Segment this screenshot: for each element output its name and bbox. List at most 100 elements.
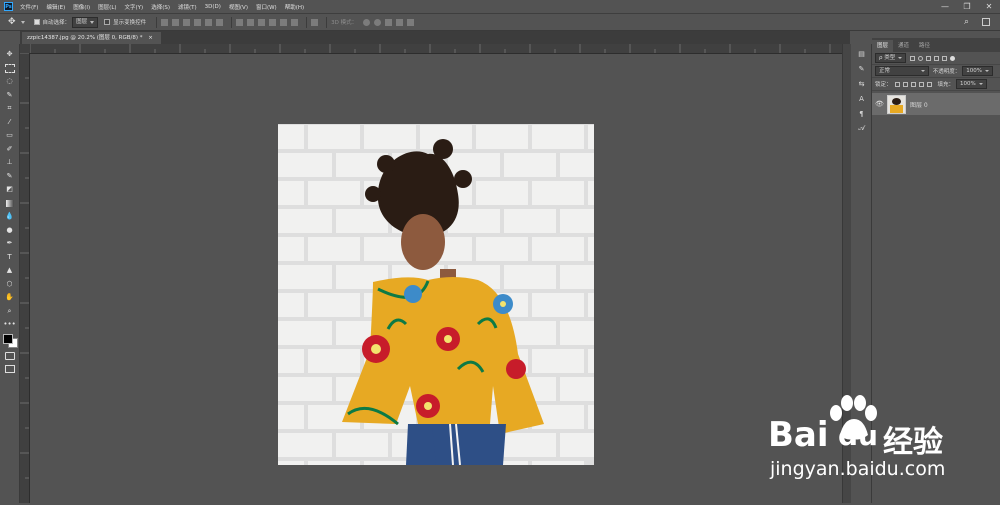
gradient-tool-icon[interactable] <box>4 198 15 209</box>
quick-select-tool-icon[interactable]: ✎ <box>4 90 15 101</box>
show-transform-option[interactable]: 显示变换控件 <box>104 18 146 26</box>
distribute-vcenter-icon[interactable] <box>247 18 255 26</box>
path-select-tool-icon[interactable]: ▲ <box>4 265 15 276</box>
dodge-tool-icon[interactable]: ● <box>4 225 15 236</box>
minimize-icon[interactable]: — <box>935 0 955 13</box>
filter-toggle-icon[interactable] <box>950 55 956 61</box>
opacity-input[interactable]: 100% <box>962 66 993 76</box>
lock-pixels-icon[interactable] <box>902 81 908 87</box>
quick-mask-icon[interactable] <box>4 350 15 361</box>
auto-select-checkbox[interactable] <box>33 19 40 25</box>
lock-all-icon[interactable] <box>926 81 932 87</box>
tool-preset-dropdown[interactable] <box>20 18 28 27</box>
marquee-tool-icon[interactable] <box>4 63 15 74</box>
menu-edit[interactable]: 编辑(E) <box>46 3 65 11</box>
screen-mode-icon[interactable] <box>4 364 15 375</box>
orbit-3d-icon[interactable] <box>363 18 371 26</box>
roll-3d-icon[interactable] <box>374 18 382 26</box>
shape-tool-icon[interactable]: ⬡ <box>4 279 15 290</box>
crop-tool-icon[interactable]: ⌗ <box>4 103 15 114</box>
character-panel-icon[interactable]: A <box>857 94 866 103</box>
align-vcenter-icon[interactable] <box>172 18 180 26</box>
menu-type[interactable]: 文字(Y) <box>125 3 144 11</box>
align-bottom-icon[interactable] <box>183 18 191 26</box>
layer-filter-dropdown[interactable]: ρ 类型 <box>875 53 907 63</box>
distribute-top-icon[interactable] <box>236 18 244 26</box>
menu-window[interactable]: 窗口(W) <box>256 3 277 11</box>
auto-select-dropdown[interactable]: 图层 <box>72 16 99 28</box>
hand-tool-icon[interactable]: ✋ <box>4 292 15 303</box>
color-swatches[interactable] <box>2 333 18 348</box>
restore-icon[interactable]: ❐ <box>957 0 977 13</box>
distribute-left-icon[interactable] <box>269 18 277 26</box>
stamp-tool-icon[interactable]: ⊥ <box>4 157 15 168</box>
paragraph-panel-icon[interactable]: ¶ <box>857 109 866 118</box>
document-tab[interactable]: zzpic14387.jpg @ 20.2% (图层 0, RGB/8) * × <box>22 32 161 44</box>
eyedropper-tool-icon[interactable]: ⁄ <box>4 117 15 128</box>
menu-3d[interactable]: 3D(D) <box>205 4 221 10</box>
scale-3d-icon[interactable] <box>407 18 415 26</box>
fill-input[interactable]: 100% <box>956 79 987 89</box>
document-image[interactable] <box>278 124 594 465</box>
toolbar-grip[interactable] <box>0 44 19 47</box>
menu-filter[interactable]: 滤镜(T) <box>178 3 197 11</box>
workspace-icon[interactable] <box>982 18 990 26</box>
history-panel-icon[interactable]: ▤ <box>857 49 866 58</box>
move-tool-icon[interactable]: ✥ <box>8 17 16 27</box>
search-icon[interactable]: ⌕ <box>964 17 969 27</box>
lock-row: 锁定： 填充： 100% <box>872 78 1000 91</box>
brush-settings-icon[interactable]: ✎ <box>857 64 866 73</box>
close-tab-icon[interactable]: × <box>148 35 153 41</box>
foreground-color-swatch[interactable] <box>3 334 13 344</box>
pan-3d-icon[interactable] <box>385 18 393 26</box>
options-bar: ✥ 自动选择： 图层 显示变换控件 3D 模式： ⌕ <box>0 13 1000 31</box>
more-tools-icon[interactable]: ••• <box>3 319 15 330</box>
filter-adjust-icon[interactable] <box>918 55 924 61</box>
layer-item[interactable]: 👁 图层 0 <box>872 93 1000 115</box>
distribute-bottom-icon[interactable] <box>258 18 266 26</box>
menu-image[interactable]: 图像(I) <box>73 3 90 11</box>
glyphs-panel-icon[interactable]: 𝒜 <box>857 124 866 133</box>
menu-help[interactable]: 帮助(H) <box>285 3 304 11</box>
slide-3d-icon[interactable] <box>396 18 404 26</box>
lock-artboard-icon[interactable] <box>918 81 924 87</box>
type-tool-icon[interactable]: T <box>4 252 15 263</box>
filter-smart-icon[interactable] <box>942 55 948 61</box>
align-top-icon[interactable] <box>161 18 169 26</box>
adjust-panel-icon[interactable]: ⇆ <box>857 79 866 88</box>
zoom-tool-icon[interactable]: ⌕ <box>4 306 15 317</box>
blur-tool-icon[interactable]: 💧 <box>4 211 15 222</box>
tab-paths[interactable]: 路径 <box>914 40 935 52</box>
align-left-icon[interactable] <box>194 18 202 26</box>
photoshop-logo-icon[interactable]: Ps <box>4 2 13 11</box>
lock-transparent-icon[interactable] <box>894 81 900 87</box>
blend-mode-dropdown[interactable]: 正常 <box>875 66 929 76</box>
filter-shape-icon[interactable] <box>934 55 940 61</box>
menu-select[interactable]: 选择(S) <box>151 3 170 11</box>
auto-select-option[interactable]: 自动选择： 图层 <box>33 16 99 28</box>
lock-position-icon[interactable] <box>910 81 916 87</box>
filter-pixel-icon[interactable] <box>910 55 916 61</box>
distribute-right-icon[interactable] <box>291 18 299 26</box>
distribute-hcenter-icon[interactable] <box>280 18 288 26</box>
history-brush-tool-icon[interactable]: ✎ <box>4 171 15 182</box>
tab-layers[interactable]: 图层 <box>872 40 894 52</box>
tab-channels[interactable]: 通道 <box>893 40 914 52</box>
lasso-tool-icon[interactable]: ◌ <box>4 76 15 87</box>
healing-tool-icon[interactable]: ▭ <box>4 130 15 141</box>
auto-align-icon[interactable] <box>311 18 319 26</box>
show-transform-checkbox[interactable] <box>104 19 111 25</box>
pen-tool-icon[interactable]: ✒ <box>4 238 15 249</box>
visibility-eye-icon[interactable]: 👁 <box>875 100 885 108</box>
align-right-icon[interactable] <box>216 18 224 26</box>
filter-type-icon[interactable] <box>926 55 932 61</box>
eraser-tool-icon[interactable]: ◩ <box>4 184 15 195</box>
menu-view[interactable]: 视图(V) <box>229 3 248 11</box>
fill-label: 填充： <box>937 82 955 88</box>
align-hcenter-icon[interactable] <box>205 18 213 26</box>
menu-file[interactable]: 文件(F) <box>20 3 38 11</box>
close-icon[interactable]: ✕ <box>979 0 999 13</box>
brush-tool-icon[interactable]: ✐ <box>4 144 15 155</box>
move-tool-icon[interactable]: ✥ <box>4 49 15 60</box>
menu-layer[interactable]: 图层(L) <box>98 3 116 11</box>
